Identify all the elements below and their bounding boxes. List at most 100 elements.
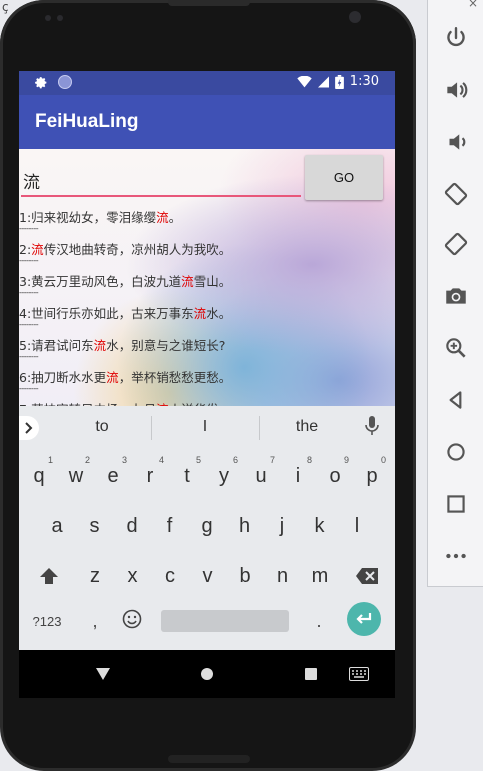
key-h-label: h — [238, 515, 251, 537]
result-suffix: 传汉地曲转奇，凉州胡人为我吹。 — [43, 242, 232, 257]
key-m[interactable]: m — [304, 556, 336, 596]
nav-recents-icon[interactable] — [301, 664, 321, 684]
result-highlight: 流 — [106, 370, 119, 385]
result-suffix: 水。 — [206, 306, 232, 321]
home-icon[interactable] — [428, 432, 483, 472]
close-icon[interactable]: × — [468, 0, 478, 10]
backspace-icon[interactable] — [349, 558, 385, 594]
key-u-number-hint: 7 — [269, 455, 275, 465]
result-text: 4:世间行乐亦如此，古来万事东流水。 — [19, 303, 231, 322]
key-u[interactable]: u7 — [245, 455, 277, 496]
suggestion-1[interactable]: to — [83, 418, 121, 436]
result-highlight: 流 — [181, 274, 194, 289]
key-c-label: c — [165, 565, 175, 587]
camera-icon[interactable] — [428, 276, 483, 316]
comma-key[interactable]: , — [85, 608, 105, 634]
key-y[interactable]: y6 — [208, 455, 240, 496]
key-l[interactable]: l — [341, 506, 373, 546]
key-t-label: t — [184, 465, 190, 487]
suggestion-2[interactable]: I — [187, 418, 223, 436]
key-t[interactable]: t5 — [171, 455, 203, 496]
result-separator: -------- — [19, 320, 39, 329]
key-y-label: y — [219, 465, 229, 487]
key-p[interactable]: p0 — [356, 455, 388, 496]
period-key[interactable]: . — [309, 608, 329, 634]
key-j[interactable]: j — [266, 506, 298, 546]
space-bar[interactable] — [161, 610, 289, 632]
back-icon[interactable] — [428, 380, 483, 420]
result-item: 6:抽刀断水水更流，举杯销愁愁更愁。 -------- — [19, 365, 395, 397]
result-prefix: 3:黄云万里动风色，白波九道 — [19, 274, 182, 289]
go-button[interactable]: GO — [305, 155, 383, 200]
nav-home-icon[interactable] — [197, 664, 217, 684]
key-e-label: e — [107, 465, 119, 487]
key-e-number-hint: 3 — [121, 455, 127, 465]
key-w[interactable]: w2 — [60, 455, 92, 496]
volume-up-icon[interactable] — [428, 70, 483, 110]
key-s[interactable]: s — [79, 506, 111, 546]
result-separator: -------- — [19, 256, 39, 265]
key-r[interactable]: r4 — [134, 455, 166, 496]
emulator-toolbar: × — [427, 0, 483, 587]
signal-icon — [317, 76, 329, 87]
key-o[interactable]: o9 — [319, 455, 351, 496]
zoom-icon[interactable] — [428, 328, 483, 368]
key-x-label: x — [127, 565, 138, 587]
notification-dot-icon — [58, 75, 72, 89]
result-text: 3:黄云万里动风色，白波九道流雪山。 — [19, 271, 231, 290]
nav-back-icon[interactable] — [93, 664, 113, 684]
chevron-right-icon[interactable] — [19, 416, 39, 440]
key-h[interactable]: h — [229, 506, 261, 546]
phone-frame: 1:30 FeiHuaLing GO 1:归来视幼女，零泪缘缨流。-------… — [0, 0, 416, 771]
key-f[interactable]: f — [154, 506, 186, 546]
result-separator: -------- — [19, 384, 39, 393]
power-icon[interactable] — [428, 18, 483, 58]
symbols-key[interactable]: ?123 — [25, 608, 69, 634]
key-k-label: k — [314, 515, 325, 537]
enter-icon[interactable] — [347, 602, 381, 636]
key-v[interactable]: v — [192, 556, 224, 596]
key-k[interactable]: k — [304, 506, 336, 546]
volume-down-icon[interactable] — [428, 122, 483, 162]
key-z-label: z — [90, 565, 100, 587]
result-item: 2:流传汉地曲转奇，凉州胡人为我吹。 -------- — [19, 237, 395, 269]
key-b[interactable]: b — [229, 556, 261, 596]
key-g[interactable]: g — [191, 506, 223, 546]
rotate-left-icon[interactable] — [428, 174, 483, 214]
top-speaker — [168, 0, 250, 6]
more-icon[interactable] — [428, 536, 483, 576]
result-item: 3:黄云万里动风色，白波九道流雪山。 -------- — [19, 269, 395, 301]
result-separator: -------- — [19, 352, 39, 361]
suggestion-3[interactable]: the — [289, 418, 325, 436]
key-a-label: a — [51, 515, 63, 537]
key-d[interactable]: d — [116, 506, 148, 546]
key-e[interactable]: e3 — [97, 455, 129, 496]
search-input[interactable] — [21, 165, 301, 197]
key-b-label: b — [239, 565, 251, 587]
key-z[interactable]: z — [79, 556, 111, 596]
key-x[interactable]: x — [117, 556, 149, 596]
device-screen: 1:30 FeiHuaLing GO 1:归来视幼女，零泪缘缨流。-------… — [19, 71, 395, 698]
content-area: GO 1:归来视幼女，零泪缘缨流。--------2:流传汉地曲转奇，凉州胡人为… — [19, 149, 395, 406]
wifi-icon — [297, 75, 312, 87]
microphone-icon[interactable] — [365, 416, 379, 436]
result-item: 5:请君试问东流水，别意与之谁短长? -------- — [19, 333, 395, 365]
result-prefix: 5:请君试问东 — [19, 338, 94, 353]
keyboard-switch-icon[interactable] — [347, 664, 371, 684]
bottom-speaker — [168, 755, 250, 763]
result-suffix: 水，别意与之谁短长? — [106, 338, 226, 353]
rotate-right-icon[interactable] — [428, 224, 483, 264]
key-n[interactable]: n — [267, 556, 299, 596]
key-q[interactable]: q1 — [23, 455, 55, 496]
overview-icon[interactable] — [428, 484, 483, 524]
result-highlight: 流 — [156, 210, 169, 225]
key-i[interactable]: i8 — [282, 455, 314, 496]
shift-icon[interactable] — [31, 558, 67, 594]
key-a[interactable]: a — [41, 506, 73, 546]
key-o-label: o — [329, 465, 341, 487]
battery-icon — [334, 74, 344, 89]
result-text: 5:请君试问东流水，别意与之谁短长? — [19, 335, 225, 354]
emoji-icon[interactable] — [119, 606, 145, 632]
key-c[interactable]: c — [154, 556, 186, 596]
result-prefix: 4:世间行乐亦如此，古来万事东 — [19, 306, 194, 321]
